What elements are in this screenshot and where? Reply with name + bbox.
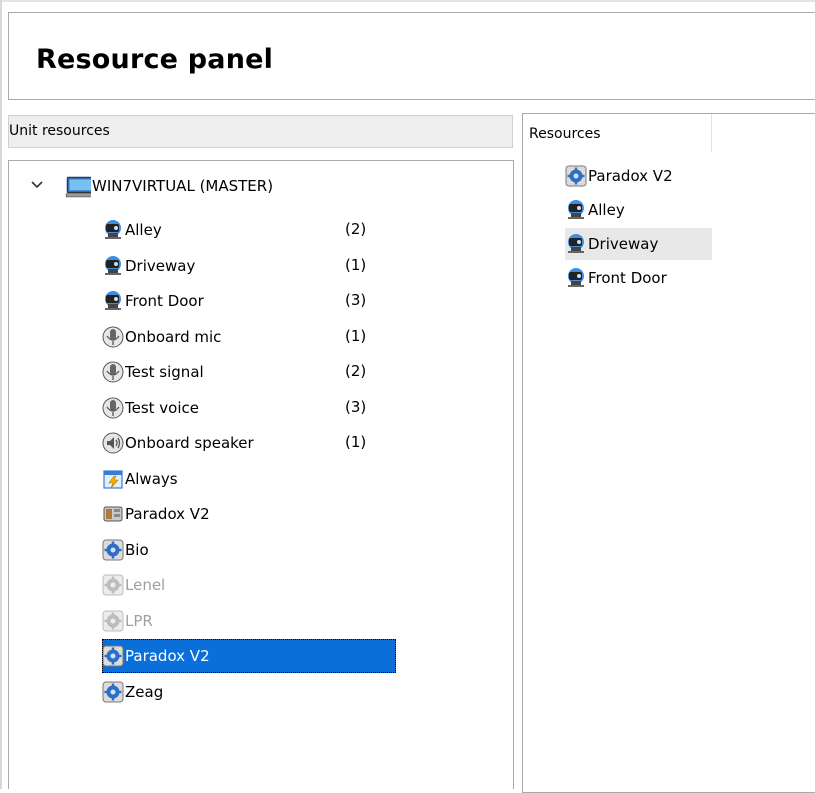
resource-item[interactable]: Driveway — [565, 228, 712, 260]
schedule-icon — [102, 468, 124, 490]
tree-item-label: Paradox V2 — [125, 647, 210, 665]
gear-icon — [565, 165, 587, 187]
window-top-edge — [0, 0, 815, 2]
tree-item-label: Bio — [125, 540, 149, 559]
tree-item-label: Lenel — [125, 576, 166, 594]
tree-item[interactable]: Driveway — [102, 250, 195, 282]
tree-item[interactable]: Lenel — [102, 569, 165, 601]
gear-icon — [102, 539, 124, 561]
tree-item-count: (2) — [345, 220, 367, 238]
resource-item-label: Paradox V2 — [588, 167, 673, 185]
resource-item[interactable]: Paradox V2 — [565, 160, 673, 192]
gear-icon — [102, 645, 124, 667]
tree-item[interactable]: Paradox V2 — [102, 498, 210, 530]
tree-item-label: Zeag — [125, 682, 164, 701]
tree-item[interactable]: Test voice — [102, 392, 199, 424]
gear-icon — [102, 681, 124, 703]
resource-item-label: Front Door — [588, 269, 667, 287]
tree-item-count: (1) — [345, 433, 367, 451]
tree-root-label: WIN7VIRTUAL (MASTER) — [92, 177, 274, 195]
gear-icon — [102, 574, 124, 596]
tree-item-label: Onboard mic — [125, 327, 222, 346]
tree-item-label: Alley — [125, 221, 162, 239]
resources-header-label: Resources — [529, 126, 601, 142]
tree-item[interactable]: Bio — [102, 534, 149, 566]
camera-icon — [102, 219, 124, 241]
tree-item-label: Paradox V2 — [125, 505, 210, 523]
resource-item-label: Driveway — [588, 235, 659, 253]
tree-item-label: Driveway — [125, 256, 196, 275]
tree-item[interactable]: Test signal — [102, 356, 204, 388]
tree-item[interactable]: Onboard mic — [102, 321, 221, 353]
gear-icon — [102, 610, 124, 632]
tree-root-node[interactable]: WIN7VIRTUAL (MASTER) — [61, 170, 273, 202]
tree-item-count: (2) — [345, 362, 367, 380]
speaker-icon — [102, 432, 124, 454]
camera-icon — [565, 199, 587, 221]
tree-item-count: (3) — [345, 397, 367, 416]
tree-item-label: Onboard speaker — [125, 434, 254, 452]
page-title: Resource panel — [36, 44, 274, 75]
tree-item[interactable]: LPR — [102, 605, 153, 637]
camera-icon — [102, 255, 124, 277]
panel-icon — [102, 503, 124, 525]
tree-item-label: Test signal — [125, 363, 204, 381]
resource-item-label: Alley — [588, 201, 625, 219]
tree-item[interactable]: Onboard speaker — [102, 427, 254, 459]
tree-item[interactable]: Alley — [102, 214, 162, 246]
camera-icon — [565, 233, 587, 255]
tree-item-label: Test voice — [125, 398, 200, 417]
unit-resources-header-label: Unit resources — [9, 123, 110, 139]
resource-item[interactable]: Alley — [565, 194, 625, 226]
computer-icon — [65, 176, 91, 198]
tree-item-count: (1) — [345, 255, 367, 274]
window-left-edge — [0, 0, 2, 789]
tree-item-label: LPR — [125, 611, 153, 630]
tree-item-count: (1) — [345, 326, 367, 345]
tree-item-label: Always — [125, 469, 178, 488]
resource-item[interactable]: Front Door — [565, 262, 667, 294]
microphone-icon — [102, 361, 124, 383]
tree-item-label: Front Door — [125, 292, 204, 310]
camera-icon — [102, 290, 124, 312]
tree-item[interactable]: Paradox V2 — [102, 639, 396, 673]
tree-item[interactable]: Zeag — [102, 676, 163, 708]
unit-resources-tree[interactable] — [8, 160, 514, 789]
tree-item-count: (3) — [345, 291, 367, 309]
microphone-icon — [102, 326, 124, 348]
chevron-down-icon[interactable] — [30, 178, 44, 192]
microphone-icon — [102, 397, 124, 419]
camera-icon — [565, 267, 587, 289]
tree-item[interactable]: Always — [102, 463, 178, 495]
tree-item[interactable]: Front Door — [102, 285, 204, 317]
